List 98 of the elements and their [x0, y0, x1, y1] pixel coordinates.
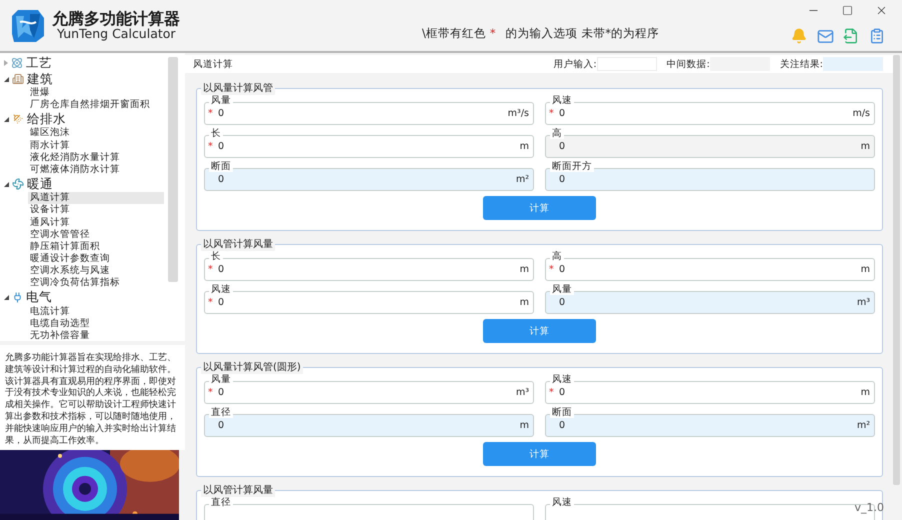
field-value: 0 — [217, 264, 224, 275]
legend-label: 中间数据: — [666, 58, 710, 70]
tree-item[interactable]: 设备计算 — [28, 204, 164, 216]
field-label: 风速 — [550, 95, 574, 106]
tree-item[interactable]: 工艺 — [0, 55, 168, 71]
building-icon — [12, 73, 24, 85]
tree-item[interactable]: 无功补偿容量 — [28, 330, 164, 342]
field-value: 0 — [217, 297, 224, 308]
tree-item[interactable]: 暖通设计参数查询 — [28, 253, 164, 266]
panel-title: 以风管计算风量 — [201, 483, 275, 497]
legend-label: 关注结果: — [780, 58, 823, 70]
field-value: 0 — [217, 108, 224, 119]
page-title: 风道计算 — [193, 58, 233, 70]
field-label: 风量 — [209, 374, 233, 385]
unit-label: m² — [516, 174, 529, 185]
atom-icon — [11, 57, 23, 69]
tree-item[interactable]: 泄爆 — [28, 87, 164, 100]
field-value: 0 — [558, 141, 566, 152]
tree-item[interactable]: 空调水管管径 — [28, 228, 164, 241]
unit-label: m — [860, 387, 870, 398]
required-mark: * — [549, 108, 555, 119]
required-mark: * — [549, 387, 555, 398]
unit-label: m/s — [852, 108, 870, 119]
field-label: 风量 — [550, 284, 574, 295]
field-label: 风速 — [550, 374, 574, 385]
panel-title: 以风量计算风管(圆形) — [201, 360, 303, 374]
field-label: 断面 — [209, 161, 233, 172]
tree-item[interactable]: 电缆自动选型 — [28, 318, 164, 330]
app-title: 允腾多功能计算器 — [52, 10, 180, 28]
unit-label: m — [860, 141, 870, 152]
panel-title: 以风管计算风量 — [201, 237, 275, 251]
field-value: 0 — [558, 420, 566, 431]
legend-label: 用户输入: — [553, 58, 597, 70]
field-label: 高 — [550, 251, 564, 262]
field-value: 0 — [558, 387, 566, 398]
app-subtitle: YunTeng Calculator — [57, 27, 176, 42]
tree-item[interactable]: 通风计算 — [28, 216, 164, 229]
tree-item[interactable]: 空调水系统与风速 — [28, 265, 164, 278]
field-label: 断面开方 — [550, 161, 594, 172]
field-value: 0 — [217, 387, 224, 398]
unit-label: m — [520, 420, 529, 431]
tree-item[interactable]: 罐区泡沫 — [28, 127, 164, 140]
unit-label: m — [520, 297, 529, 308]
bell-icon[interactable] — [791, 28, 807, 44]
maximize-icon[interactable] — [842, 4, 852, 16]
fan-icon — [12, 178, 24, 190]
field-label: 风速 — [550, 497, 574, 508]
field-label: 风速 — [209, 284, 233, 295]
tree-item[interactable]: 液化烃消防水量计算 — [28, 152, 164, 164]
logo-icon — [10, 8, 46, 44]
field-value: 0 — [558, 174, 566, 185]
required-mark: * — [549, 264, 555, 275]
field-label: 长 — [209, 128, 223, 139]
tree-item[interactable]: 暖通 — [0, 176, 168, 192]
tree-item[interactable]: 风道计算 — [28, 192, 164, 204]
tree-item[interactable]: 厂房仓库自然排烟开窗面积 — [28, 99, 164, 112]
tree-item[interactable]: 空调冷负荷估算指标 — [28, 277, 164, 290]
plug-icon — [12, 292, 23, 304]
unit-label: m³ — [516, 387, 529, 398]
field-value: 0 — [558, 108, 566, 119]
clipboard-icon[interactable] — [869, 28, 885, 44]
field-value: 0 — [558, 297, 566, 308]
required-mark: * — [208, 387, 214, 398]
tree-item[interactable]: 给排水 — [0, 111, 168, 128]
description-text: 允腾多功能计算器旨在实现给排水、工艺、建筑等设计和计算过程的自动化辅助软件。该计算器具有直观易用的程序界面，即使对于没有技术专业知识的人来说，也能轻松完成相关操作。它可以帮助设计工程师快速计算出参数和技术指标，可以随时随地使用，并能快速响应用户的输入并实时给出计算结果，从而提高工作效率。 — [0, 345, 185, 450]
unit-label: m — [860, 264, 870, 275]
unit-label: m³ — [856, 297, 870, 308]
panel-title: 以风量计算风管 — [201, 81, 275, 95]
unit-label: m — [520, 264, 529, 275]
field-label: 断面 — [550, 407, 574, 418]
unit-label: m³/s — [508, 108, 529, 119]
field-value: 0 — [217, 141, 224, 152]
version-label: v_1.0 — [854, 501, 884, 514]
field-label: 直径 — [209, 407, 233, 418]
field-value: 0 — [217, 420, 224, 431]
mail-icon[interactable] — [816, 28, 834, 44]
unit-label: m — [520, 141, 529, 152]
file-export-icon[interactable] — [843, 28, 859, 44]
tree-item[interactable]: 电流计算 — [28, 306, 164, 318]
field-label: 风量 — [209, 95, 233, 106]
tree-item[interactable]: 静压箱计算面积 — [28, 240, 164, 254]
field-value: 0 — [217, 174, 224, 185]
field-label: 长 — [209, 251, 223, 262]
tree-item[interactable]: 电气 — [0, 290, 168, 306]
field-value: 0 — [558, 264, 566, 275]
scrollbar[interactable] — [893, 55, 900, 485]
field-label: 直径 — [209, 497, 233, 508]
scrollbar[interactable] — [168, 57, 178, 282]
required-mark: * — [208, 141, 214, 152]
required-mark: * — [208, 264, 214, 275]
hint-text: \框带有红色 * 的为输入选项 未带*的为程序 — [422, 26, 660, 41]
required-mark: * — [208, 297, 214, 308]
field-label: 高 — [550, 128, 564, 139]
required-mark: * — [208, 108, 214, 119]
tree-item[interactable]: 可燃液体消防水计算 — [28, 164, 164, 176]
unit-label: m² — [856, 420, 870, 431]
tree-item[interactable]: 建筑 — [0, 71, 168, 87]
tree-item[interactable]: 雨水计算 — [28, 140, 164, 152]
